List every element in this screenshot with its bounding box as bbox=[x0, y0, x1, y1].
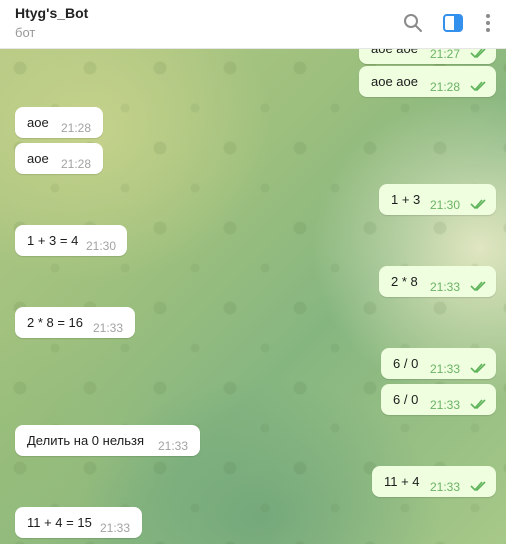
message-text: 1 + 3 bbox=[391, 192, 421, 207]
message-text: aoe aoe bbox=[371, 74, 418, 89]
message-text: Делить на 0 нельзя bbox=[27, 433, 144, 448]
message-bubble[interactable]: Делить на 0 нельзя 21:33 bbox=[15, 425, 200, 456]
double-check-icon bbox=[470, 363, 486, 374]
chat-title[interactable]: Htyg's_Bot bbox=[15, 5, 88, 21]
message-time: 21:33 bbox=[430, 398, 461, 412]
chat-header: Htyg's_Bot бот bbox=[0, 0, 506, 49]
double-check-icon bbox=[470, 48, 486, 59]
message-bubble[interactable]: 2 * 8 21:33 bbox=[379, 266, 496, 297]
message-time: 21:30 bbox=[430, 198, 461, 212]
message-list[interactable]: aoe aoe 21:27 aoe aoe 21:28 aoe 21:28 ao… bbox=[0, 48, 506, 544]
message-text: aoe aoe bbox=[371, 48, 418, 56]
message-text: 2 * 8 bbox=[391, 274, 418, 289]
message-bubble[interactable]: 1 + 3 21:30 bbox=[379, 184, 496, 215]
message-time: 21:27 bbox=[430, 48, 461, 61]
message-time: 21:33 bbox=[158, 439, 189, 453]
message-text: 1 + 3 = 4 bbox=[27, 233, 79, 248]
message-time: 21:33 bbox=[430, 280, 461, 294]
chat-subtitle: бот bbox=[15, 25, 36, 40]
double-check-icon bbox=[470, 81, 486, 92]
double-check-icon bbox=[470, 281, 486, 292]
message-time: 21:28 bbox=[61, 157, 92, 171]
message-text: aoe bbox=[27, 115, 49, 130]
message-bubble[interactable]: 11 + 4 21:33 bbox=[372, 466, 496, 497]
message-bubble[interactable]: aoe aoe 21:27 bbox=[359, 48, 496, 64]
message-bubble[interactable]: 1 + 3 = 4 21:30 bbox=[15, 225, 127, 256]
double-check-icon bbox=[470, 199, 486, 210]
message-bubble[interactable]: aoe aoe 21:28 bbox=[359, 66, 496, 97]
message-bubble[interactable]: 2 * 8 = 16 21:33 bbox=[15, 307, 135, 338]
message-time: 21:33 bbox=[430, 480, 461, 494]
message-time: 21:33 bbox=[430, 362, 461, 376]
message-time: 21:30 bbox=[86, 239, 117, 253]
more-vertical-icon[interactable] bbox=[477, 12, 499, 34]
message-time: 21:33 bbox=[100, 521, 131, 535]
message-bubble[interactable]: 6 / 0 21:33 bbox=[381, 384, 496, 415]
message-bubble[interactable]: aoe 21:28 bbox=[15, 107, 103, 138]
message-bubble[interactable]: aoe 21:28 bbox=[15, 143, 103, 174]
double-check-icon bbox=[470, 481, 486, 492]
message-time: 21:28 bbox=[430, 80, 461, 94]
message-text: 11 + 4 bbox=[384, 474, 420, 489]
message-text: aoe bbox=[27, 151, 49, 166]
double-check-icon bbox=[470, 399, 486, 410]
message-time: 21:33 bbox=[93, 321, 124, 335]
search-icon[interactable] bbox=[402, 12, 424, 34]
message-text: 2 * 8 = 16 bbox=[27, 315, 84, 330]
message-text: 6 / 0 bbox=[393, 356, 419, 371]
message-bubble[interactable]: 6 / 0 21:33 bbox=[381, 348, 496, 379]
message-text: 11 + 4 = 15 bbox=[27, 515, 92, 530]
message-text: 6 / 0 bbox=[393, 392, 419, 407]
message-bubble[interactable]: 11 + 4 = 15 21:33 bbox=[15, 507, 142, 538]
message-time: 21:28 bbox=[61, 121, 92, 135]
sidebar-toggle-icon[interactable] bbox=[442, 12, 464, 34]
